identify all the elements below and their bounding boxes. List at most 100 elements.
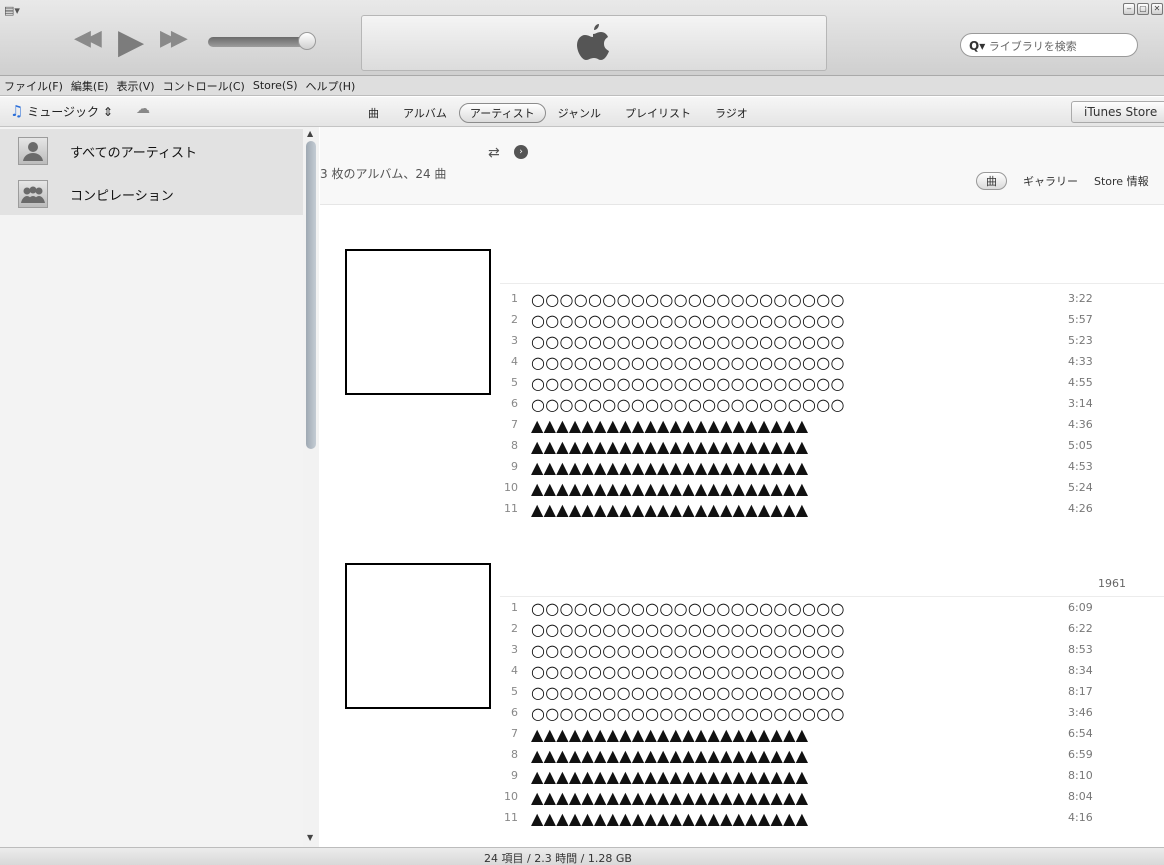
track-title: ▲▲▲▲▲▲▲▲▲▲▲▲▲▲▲▲▲▲▲▲▲▲ xyxy=(531,767,809,786)
track-row[interactable]: 4 ○○○○○○○○○○○○○○○○○○○○○○ 4:33 xyxy=(500,352,1164,373)
track-title: ▲▲▲▲▲▲▲▲▲▲▲▲▲▲▲▲▲▲▲▲▲▲ xyxy=(531,458,809,477)
menu-edit[interactable]: 編集(E) xyxy=(71,78,109,94)
track-duration: 5:05 xyxy=(1068,439,1093,452)
track-row[interactable]: 7 ▲▲▲▲▲▲▲▲▲▲▲▲▲▲▲▲▲▲▲▲▲▲ 4:36 xyxy=(500,415,1164,436)
track-number: 10 xyxy=(504,481,518,494)
tab-playlists[interactable]: プレイリスト xyxy=(625,104,691,122)
track-row[interactable]: 9 ▲▲▲▲▲▲▲▲▲▲▲▲▲▲▲▲▲▲▲▲▲▲ 8:10 xyxy=(500,766,1164,787)
track-duration: 6:54 xyxy=(1068,727,1093,740)
sidebar-item-compilations[interactable]: コンピレーション xyxy=(0,172,303,215)
album-summary: 3 枚のアルバム、24 曲 xyxy=(320,167,447,181)
scroll-down-icon[interactable]: ▼ xyxy=(307,833,313,842)
menu-view[interactable]: 表示(V) xyxy=(116,78,154,94)
tab-genres[interactable]: ジャンル xyxy=(558,104,601,122)
track-title: ○○○○○○○○○○○○○○○○○○○○○○ xyxy=(531,683,845,702)
track-title: ○○○○○○○○○○○○○○○○○○○○○○ xyxy=(531,620,845,639)
track-row[interactable]: 11 ▲▲▲▲▲▲▲▲▲▲▲▲▲▲▲▲▲▲▲▲▲▲ 4:16 xyxy=(500,808,1164,829)
itunes-store-button[interactable]: iTunes Store xyxy=(1071,101,1164,123)
track-number: 11 xyxy=(504,502,518,515)
track-title: ▲▲▲▲▲▲▲▲▲▲▲▲▲▲▲▲▲▲▲▲▲▲ xyxy=(531,746,809,765)
track-number: 9 xyxy=(511,769,518,782)
track-row[interactable]: 10 ▲▲▲▲▲▲▲▲▲▲▲▲▲▲▲▲▲▲▲▲▲▲ 5:24 xyxy=(500,478,1164,499)
artist-icon xyxy=(18,137,48,165)
volume-slider[interactable] xyxy=(208,32,316,50)
track-row[interactable]: 3 ○○○○○○○○○○○○○○○○○○○○○○ 5:23 xyxy=(500,331,1164,352)
search-placeholder: ライブラリを検索 xyxy=(988,40,1077,53)
album-year: 1961 xyxy=(1098,577,1126,590)
track-title: ○○○○○○○○○○○○○○○○○○○○○○ xyxy=(531,395,845,414)
track-duration: 8:04 xyxy=(1068,790,1093,803)
track-duration: 6:59 xyxy=(1068,748,1093,761)
view-switcher: 曲 ギャラリー Store 情報 xyxy=(960,172,1149,190)
sidebar-item-label: コンピレーション xyxy=(70,189,174,204)
minimize-icon[interactable]: ‒ xyxy=(1123,3,1135,15)
view-tabs: 曲 アルバム アーティスト ジャンル プレイリスト ラジオ xyxy=(368,103,772,123)
track-row[interactable]: 7 ▲▲▲▲▲▲▲▲▲▲▲▲▲▲▲▲▲▲▲▲▲▲ 6:54 xyxy=(500,724,1164,745)
sidebar-scrollbar[interactable]: ▲ ▼ xyxy=(303,127,319,847)
track-row[interactable]: 6 ○○○○○○○○○○○○○○○○○○○○○○ 3:46 xyxy=(500,703,1164,724)
tab-albums[interactable]: アルバム xyxy=(403,104,447,122)
close-icon[interactable]: ✕ xyxy=(1151,3,1163,15)
track-row[interactable]: 2 ○○○○○○○○○○○○○○○○○○○○○○ 6:22 xyxy=(500,619,1164,640)
track-title: ○○○○○○○○○○○○○○○○○○○○○○ xyxy=(531,599,845,618)
track-duration: 8:17 xyxy=(1068,685,1093,698)
track-row[interactable]: 5 ○○○○○○○○○○○○○○○○○○○○○○ 4:55 xyxy=(500,373,1164,394)
track-title: ▲▲▲▲▲▲▲▲▲▲▲▲▲▲▲▲▲▲▲▲▲▲ xyxy=(531,500,809,519)
track-duration: 8:34 xyxy=(1068,664,1093,677)
tab-songs[interactable]: 曲 xyxy=(368,104,379,122)
track-duration: 8:10 xyxy=(1068,769,1093,782)
track-title: ○○○○○○○○○○○○○○○○○○○○○○ xyxy=(531,290,845,309)
volume-knob[interactable] xyxy=(297,32,316,50)
track-row[interactable]: 9 ▲▲▲▲▲▲▲▲▲▲▲▲▲▲▲▲▲▲▲▲▲▲ 4:53 xyxy=(500,457,1164,478)
play-button[interactable]: ▶ xyxy=(118,22,144,62)
track-row[interactable]: 6 ○○○○○○○○○○○○○○○○○○○○○○ 3:14 xyxy=(500,394,1164,415)
track-number: 2 xyxy=(511,622,518,635)
track-row[interactable]: 8 ▲▲▲▲▲▲▲▲▲▲▲▲▲▲▲▲▲▲▲▲▲▲ 6:59 xyxy=(500,745,1164,766)
track-row[interactable]: 1 ○○○○○○○○○○○○○○○○○○○○○○ 3:22 xyxy=(500,289,1164,310)
track-row[interactable]: 5 ○○○○○○○○○○○○○○○○○○○○○○ 8:17 xyxy=(500,682,1164,703)
sidebar-item-all-artists[interactable]: すべてのアーティスト xyxy=(0,129,303,172)
previous-track-button[interactable]: ◀◀ xyxy=(74,26,102,51)
track-number: 4 xyxy=(511,664,518,677)
track-row[interactable]: 8 ▲▲▲▲▲▲▲▲▲▲▲▲▲▲▲▲▲▲▲▲▲▲ 5:05 xyxy=(500,436,1164,457)
cloud-icon[interactable]: ☁ xyxy=(136,101,150,117)
menu-help[interactable]: ヘルプ(H) xyxy=(305,78,355,94)
now-playing-display xyxy=(361,15,827,71)
track-row[interactable]: 4 ○○○○○○○○○○○○○○○○○○○○○○ 8:34 xyxy=(500,661,1164,682)
search-input[interactable]: Q▾ ライブラリを検索 xyxy=(960,33,1138,57)
track-row[interactable]: 3 ○○○○○○○○○○○○○○○○○○○○○○ 8:53 xyxy=(500,640,1164,661)
tab-artists[interactable]: アーティスト xyxy=(458,103,546,123)
shuffle-icon[interactable]: ⇄ xyxy=(488,145,500,161)
view-store-info[interactable]: Store 情報 xyxy=(1094,173,1149,189)
maximize-icon[interactable]: ▢ xyxy=(1137,3,1149,15)
menu-controls[interactable]: コントロール(C) xyxy=(163,78,245,94)
menu-store[interactable]: Store(S) xyxy=(253,79,298,92)
track-number: 3 xyxy=(511,643,518,656)
tab-radio[interactable]: ラジオ xyxy=(715,104,748,122)
status-bar: 24 項目 / 2.3 時間 / 1.28 GB xyxy=(0,847,1164,865)
track-row[interactable]: 1 ○○○○○○○○○○○○○○○○○○○○○○ 6:09 xyxy=(500,598,1164,619)
track-row[interactable]: 2 ○○○○○○○○○○○○○○○○○○○○○○ 5:57 xyxy=(500,310,1164,331)
track-duration: 3:22 xyxy=(1068,292,1093,305)
window-menu-icon[interactable]: ▤▾ xyxy=(4,4,20,17)
track-number: 1 xyxy=(511,292,518,305)
scrollbar-thumb[interactable] xyxy=(306,141,316,449)
track-duration: 6:09 xyxy=(1068,601,1093,614)
album-artwork[interactable] xyxy=(345,249,491,395)
menu-file[interactable]: ファイル(F) xyxy=(4,78,63,94)
group-icon xyxy=(18,180,48,208)
scroll-up-icon[interactable]: ▲ xyxy=(307,129,313,138)
view-songs[interactable]: 曲 xyxy=(976,172,1007,190)
track-title: ○○○○○○○○○○○○○○○○○○○○○○ xyxy=(531,374,845,393)
sidebar-item-label: すべてのアーティスト xyxy=(70,146,198,161)
next-track-button[interactable]: ▶▶ xyxy=(160,26,188,51)
track-row[interactable]: 11 ▲▲▲▲▲▲▲▲▲▲▲▲▲▲▲▲▲▲▲▲▲▲ 4:26 xyxy=(500,499,1164,520)
library-picker[interactable]: ♫ ミュージック ⇕ xyxy=(10,102,113,120)
track-row[interactable]: 10 ▲▲▲▲▲▲▲▲▲▲▲▲▲▲▲▲▲▲▲▲▲▲ 8:04 xyxy=(500,787,1164,808)
more-arrow-icon[interactable]: › xyxy=(514,145,528,159)
album-artwork[interactable] xyxy=(345,563,491,709)
album-divider xyxy=(500,596,1164,597)
view-gallery[interactable]: ギャラリー xyxy=(1023,173,1078,189)
track-number: 10 xyxy=(504,790,518,803)
track-title: ▲▲▲▲▲▲▲▲▲▲▲▲▲▲▲▲▲▲▲▲▲▲ xyxy=(531,479,809,498)
